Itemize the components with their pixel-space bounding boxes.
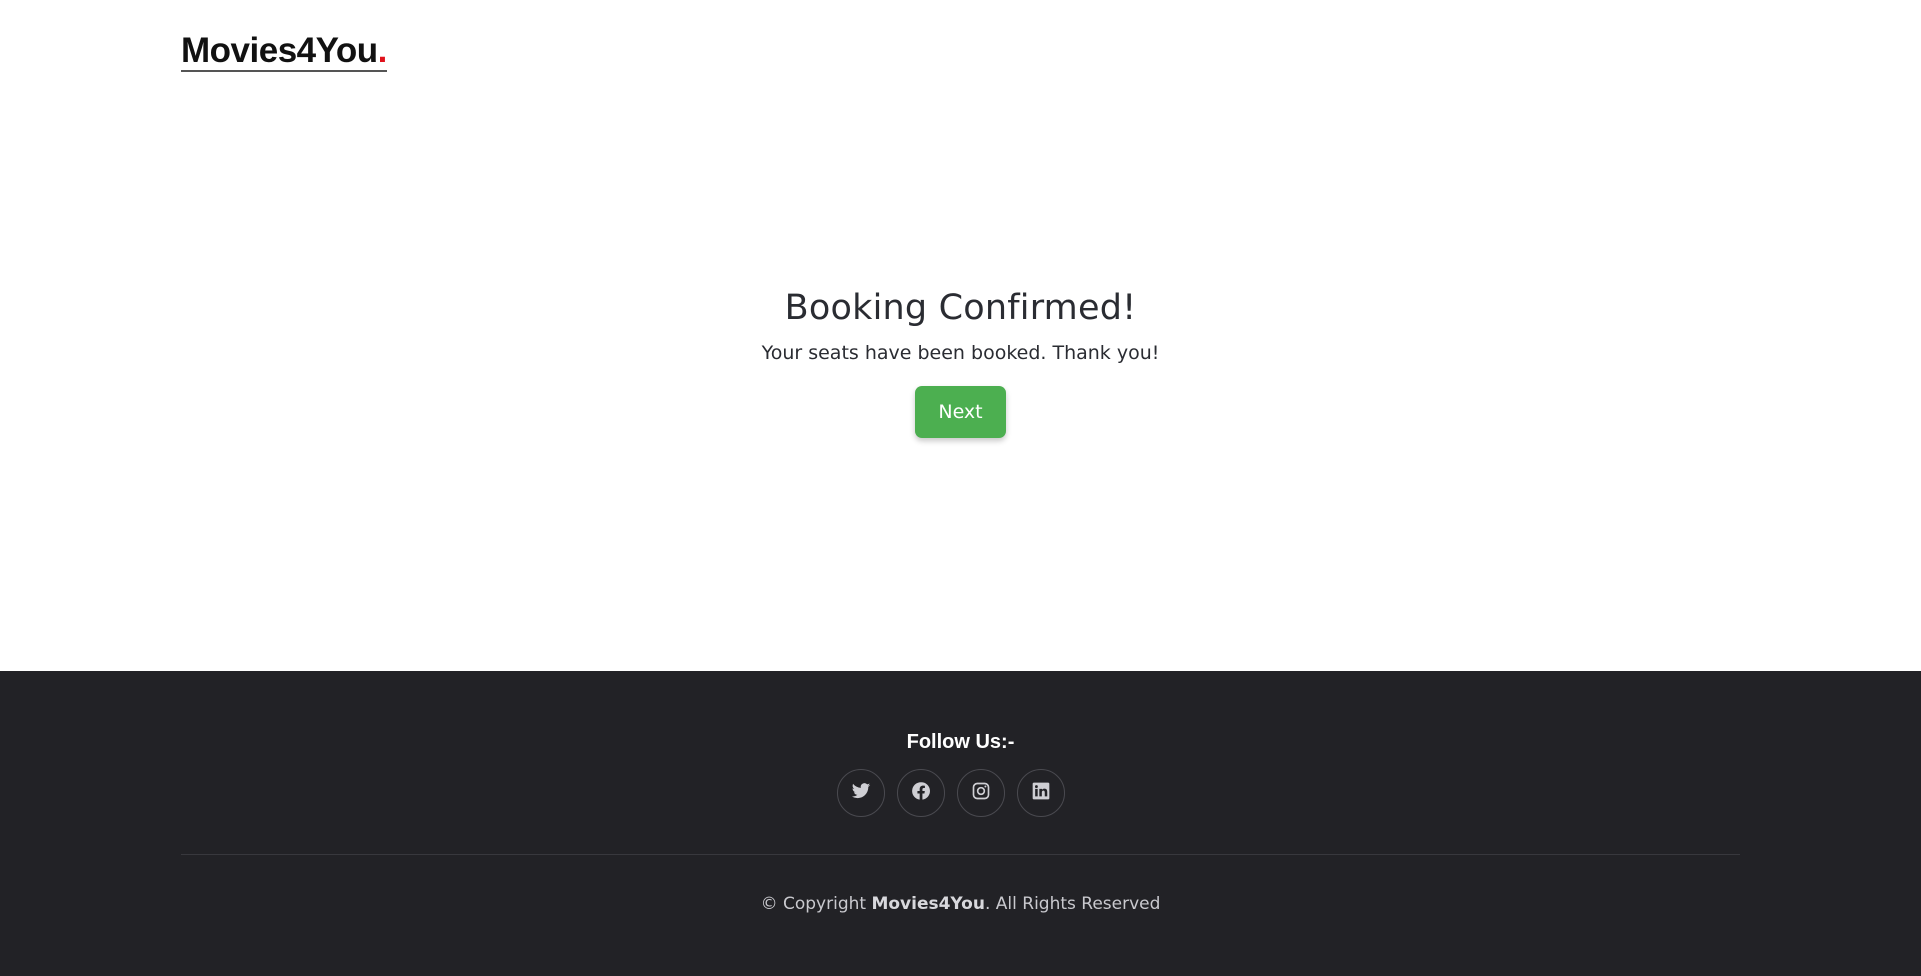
twitter-link[interactable]: [836, 769, 885, 817]
confirmation-message: Your seats have been booked. Thank you!: [761, 342, 1160, 364]
site-logo[interactable]: Movies4You.: [181, 32, 387, 72]
copyright-text: © Copyright Movies4You. All Rights Reser…: [0, 894, 1921, 914]
site-footer: Follow Us:- © Copyright Movies4You. All …: [0, 671, 1921, 976]
copyright-brand: Movies4You: [871, 894, 985, 914]
follow-us-heading: Follow Us:-: [906, 731, 1015, 753]
instagram-link[interactable]: [956, 769, 1005, 817]
linkedin-link[interactable]: [1016, 769, 1065, 817]
next-button[interactable]: Next: [915, 386, 1006, 438]
main-content: Booking Confirmed! Your seats have been …: [0, 100, 1921, 671]
linkedin-icon: [1031, 781, 1051, 805]
logo-dot: .: [377, 31, 388, 70]
facebook-icon: [911, 781, 931, 805]
copyright-suffix: . All Rights Reserved: [984, 894, 1161, 914]
twitter-icon: [851, 781, 871, 805]
footer-divider: [181, 854, 1740, 855]
confirmation-title: Booking Confirmed!: [784, 288, 1137, 328]
facebook-link[interactable]: [896, 769, 945, 817]
site-header: Movies4You.: [0, 0, 1921, 100]
copyright-prefix: © Copyright: [760, 894, 872, 914]
confirmation-panel: Booking Confirmed! Your seats have been …: [0, 286, 1921, 438]
instagram-icon: [971, 781, 991, 805]
social-links: [0, 769, 1921, 817]
logo-text: Movies4You: [181, 31, 378, 70]
page: Movies4You. Booking Confirmed! Your seat…: [0, 0, 1921, 976]
